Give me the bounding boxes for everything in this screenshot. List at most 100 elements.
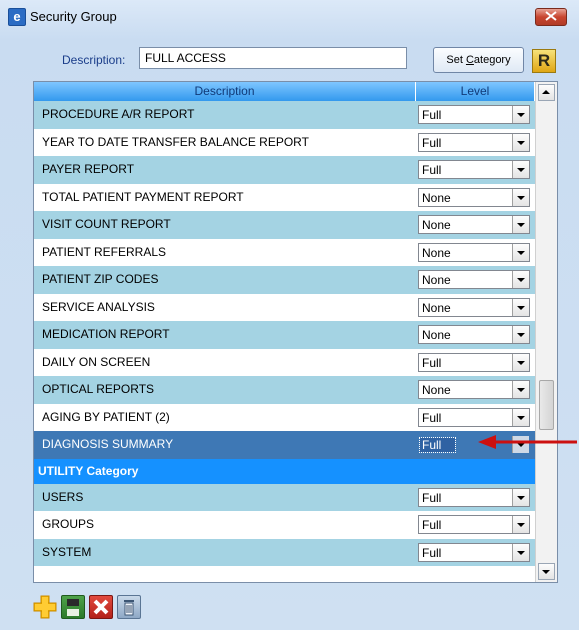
window-title: Security Group bbox=[30, 9, 117, 24]
level-dropdown[interactable]: Full bbox=[418, 352, 530, 372]
table-row[interactable]: PROCEDURE A/R REPORT Full bbox=[34, 101, 535, 129]
row-level-cell: Full bbox=[416, 538, 535, 566]
table-row[interactable]: PATIENT ZIP CODES None bbox=[34, 266, 535, 294]
vertical-scrollbar[interactable] bbox=[535, 82, 557, 582]
chevron-down-icon[interactable] bbox=[512, 161, 529, 178]
row-description: MEDICATION REPORT bbox=[34, 321, 416, 349]
level-value: None bbox=[422, 273, 451, 287]
level-value: None bbox=[422, 190, 451, 205]
delete-button[interactable] bbox=[89, 595, 113, 619]
chevron-down-icon[interactable] bbox=[512, 353, 529, 371]
row-description: DAILY ON SCREEN bbox=[34, 348, 416, 376]
close-button[interactable] bbox=[535, 8, 567, 26]
column-header-level[interactable]: Level bbox=[416, 82, 535, 101]
save-button[interactable] bbox=[61, 595, 85, 619]
set-category-prefix: Set bbox=[446, 54, 466, 66]
chevron-down-icon[interactable] bbox=[512, 326, 529, 343]
row-description: VISIT COUNT REPORT bbox=[34, 211, 416, 239]
trash-can-icon bbox=[124, 600, 134, 616]
table-row[interactable]: OPTICAL REPORTS None bbox=[34, 376, 535, 404]
table-row[interactable]: GROUPS Full bbox=[34, 511, 535, 539]
level-value: Full bbox=[418, 437, 457, 453]
chevron-down-icon[interactable] bbox=[512, 271, 529, 288]
scroll-thumb[interactable] bbox=[539, 380, 554, 430]
table-row[interactable]: DAILY ON SCREEN Full bbox=[34, 348, 535, 376]
level-value: Full bbox=[422, 163, 442, 177]
chevron-down-icon[interactable] bbox=[512, 188, 529, 206]
table-row[interactable]: MEDICATION REPORT None bbox=[34, 321, 535, 349]
row-description: GROUPS bbox=[34, 511, 416, 539]
level-dropdown[interactable]: Full bbox=[418, 160, 530, 179]
set-category-suffix: ategory bbox=[473, 54, 511, 66]
level-value: Full bbox=[422, 490, 442, 505]
level-dropdown[interactable]: Full bbox=[418, 487, 530, 507]
level-value: Full bbox=[422, 108, 442, 122]
level-value: Full bbox=[422, 355, 442, 370]
level-dropdown[interactable]: None bbox=[418, 297, 530, 317]
row-level-cell: Full bbox=[416, 156, 535, 184]
grid-rows: PROCEDURE A/R REPORT Full YEAR TO DATE TRA… bbox=[34, 101, 535, 566]
table-row[interactable]: YEAR TO DATE TRANSFER BALANCE REPORT Full bbox=[34, 128, 535, 156]
level-dropdown[interactable]: None bbox=[418, 325, 530, 344]
row-level-cell: None bbox=[416, 211, 535, 239]
level-dropdown[interactable]: None bbox=[418, 215, 530, 234]
scroll-down-icon[interactable] bbox=[538, 563, 555, 580]
row-description: PATIENT ZIP CODES bbox=[34, 266, 416, 294]
add-button[interactable] bbox=[33, 595, 57, 619]
table-row[interactable]: SERVICE ANALYSIS None bbox=[34, 293, 535, 321]
row-description: YEAR TO DATE TRANSFER BALANCE REPORT bbox=[34, 128, 416, 156]
level-dropdown[interactable]: None bbox=[418, 380, 530, 399]
row-level-cell: Full bbox=[416, 483, 535, 511]
floppy-disk-icon bbox=[67, 599, 79, 616]
level-dropdown[interactable]: Full bbox=[418, 515, 530, 534]
row-description: PATIENT REFERRALS bbox=[34, 238, 416, 266]
table-row[interactable]: PAYER REPORT Full bbox=[34, 156, 535, 184]
table-row[interactable]: AGING BY PATIENT (2) Full bbox=[34, 403, 535, 431]
chevron-down-icon[interactable] bbox=[512, 381, 529, 398]
row-level-cell: None bbox=[416, 376, 535, 404]
row-level-cell: Full bbox=[416, 403, 535, 431]
level-dropdown[interactable]: Full bbox=[418, 105, 530, 124]
report-r-icon[interactable]: R bbox=[532, 49, 556, 73]
table-row[interactable]: VISIT COUNT REPORT None bbox=[34, 211, 535, 239]
chevron-down-icon[interactable] bbox=[512, 488, 529, 506]
scroll-up-icon[interactable] bbox=[538, 84, 555, 101]
level-dropdown[interactable]: None bbox=[418, 187, 530, 207]
level-dropdown[interactable]: Full bbox=[418, 542, 530, 562]
table-row[interactable]: TOTAL PATIENT PAYMENT REPORT None bbox=[34, 183, 535, 211]
row-description: SYSTEM bbox=[34, 538, 416, 566]
level-value: Full bbox=[422, 518, 442, 532]
row-level-cell: None bbox=[416, 321, 535, 349]
level-dropdown[interactable]: None bbox=[418, 270, 530, 289]
chevron-down-icon[interactable] bbox=[512, 216, 529, 233]
chevron-down-icon[interactable] bbox=[512, 106, 529, 123]
level-value: None bbox=[422, 245, 451, 260]
level-dropdown[interactable]: Full bbox=[418, 407, 530, 427]
level-dropdown[interactable]: None bbox=[418, 242, 530, 262]
description-field[interactable] bbox=[139, 47, 407, 69]
chevron-down-icon[interactable] bbox=[512, 408, 529, 426]
table-row[interactable]: SYSTEM Full bbox=[34, 538, 535, 566]
level-dropdown[interactable]: Full bbox=[418, 132, 530, 152]
table-row[interactable]: USERS Full bbox=[34, 483, 535, 511]
table-row[interactable]: DIAGNOSIS SUMMARY Full bbox=[34, 431, 535, 459]
level-value: None bbox=[422, 383, 451, 397]
column-header-description[interactable]: Description bbox=[34, 82, 416, 101]
row-description: USERS bbox=[34, 483, 416, 511]
row-level-cell: Full bbox=[416, 101, 535, 129]
row-level-cell: Full bbox=[416, 128, 535, 156]
level-value: None bbox=[422, 328, 451, 342]
level-value: None bbox=[422, 218, 451, 232]
chevron-down-icon[interactable] bbox=[512, 133, 529, 151]
chevron-down-icon[interactable] bbox=[512, 243, 529, 261]
chevron-down-icon[interactable] bbox=[512, 543, 529, 561]
table-row[interactable]: PATIENT REFERRALS None bbox=[34, 238, 535, 266]
trash-button[interactable] bbox=[117, 595, 141, 619]
chevron-down-icon[interactable] bbox=[512, 298, 529, 316]
set-category-button[interactable]: Set Category bbox=[433, 47, 524, 73]
row-description: PAYER REPORT bbox=[34, 156, 416, 184]
plus-icon bbox=[33, 595, 57, 619]
row-level-cell: None bbox=[416, 238, 535, 266]
chevron-down-icon[interactable] bbox=[512, 516, 529, 533]
level-value: Full bbox=[422, 410, 442, 425]
